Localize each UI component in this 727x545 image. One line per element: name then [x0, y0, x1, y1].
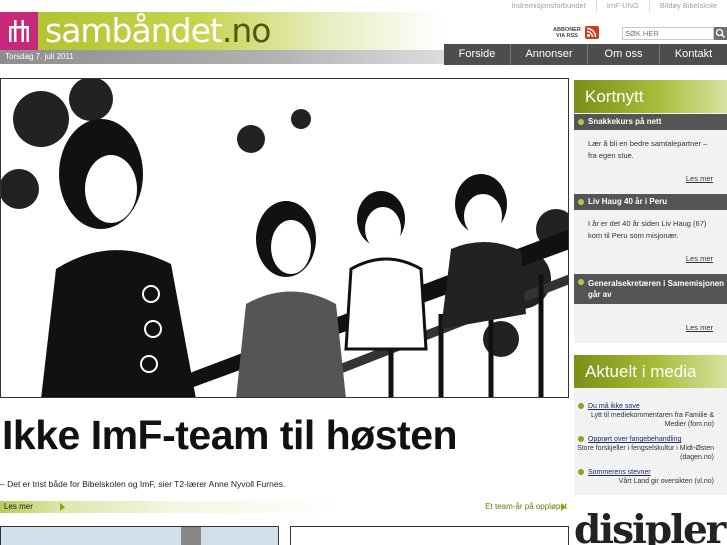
article-lede: – Det er trist både for Bibelskolen og I…	[0, 479, 286, 489]
news-item-body: I år er det 40 år siden Liv Haug (67) ko…	[588, 219, 707, 240]
bullet-icon	[578, 403, 584, 409]
media-item-link[interactable]: Opprørt over fangebehandling	[577, 435, 725, 444]
top-links: Indremisjonsforbundet ImF-UNG Bildøy Bib…	[502, 0, 727, 12]
related-article-link[interactable]: Et team-år på oppløpet	[485, 502, 567, 511]
bullet-icon	[578, 199, 584, 205]
top-link-indremisjonsforbundet[interactable]: Indremisjonsforbundet	[502, 0, 596, 12]
rss-subscribe-link[interactable]: ABBONER VIA RSS	[553, 27, 581, 39]
media-item-desc: Store forskjeller i fengselskultur i Mid…	[577, 445, 714, 461]
nav-om-oss[interactable]: Om oss	[587, 44, 659, 65]
main-nav: Forside Annonser Om oss Kontakt	[444, 44, 727, 65]
news-read-more-link[interactable]: Les mer	[686, 254, 713, 263]
nav-kontakt[interactable]: Kontakt	[659, 44, 727, 65]
bullet-icon	[578, 436, 584, 442]
logo-name: sambåndet	[45, 11, 223, 50]
bullet-icon	[578, 469, 584, 475]
featured-photo[interactable]	[0, 78, 569, 398]
rss-label-2: VIA RSS	[556, 33, 578, 39]
news-title-text: Snakkekurs på nett	[588, 117, 662, 126]
media-panel: Aktuelt i media Du må ikke sove Lytt til…	[574, 355, 727, 495]
nav-annonser[interactable]: Annonser	[510, 44, 587, 65]
rss-icon[interactable]	[585, 26, 599, 39]
site-logo[interactable]: sambåndet.no	[45, 11, 272, 50]
news-item-title[interactable]: Snakkekurs på nett	[574, 114, 727, 130]
disipler-logo-text: disipler	[574, 508, 726, 545]
top-link-imf-ung[interactable]: ImF-UNG	[595, 0, 649, 12]
news-item-title[interactable]: Liv Haug 40 år i Peru	[574, 194, 727, 210]
news-title-text: Generalsekretæren i Samemisjonen går av	[588, 279, 725, 299]
media-heading: Aktuelt i media	[574, 355, 727, 388]
news-read-more-link[interactable]: Les mer	[686, 174, 713, 183]
search-icon	[715, 28, 726, 39]
arrow-right-icon	[561, 503, 566, 511]
read-more-link[interactable]: Les mer	[4, 502, 33, 511]
read-more-bar	[0, 501, 569, 513]
article-thumbnail[interactable]	[290, 526, 569, 545]
article-headline[interactable]: Ikke ImF-team til høsten	[2, 412, 458, 459]
search-input[interactable]	[622, 27, 714, 40]
arrow-right-icon	[60, 503, 65, 511]
media-item: Sommerens stevner Vårt Land gir oversikt…	[577, 468, 725, 486]
news-title-text: Liv Haug 40 år i Peru	[588, 197, 668, 206]
imf-logo-icon[interactable]	[0, 12, 38, 50]
media-item-desc: Vårt Land gir oversikten (vl.no)	[618, 478, 714, 485]
kortnytt-heading: Kortnytt	[574, 80, 727, 113]
media-item-link[interactable]: Sommerens stevner	[577, 468, 725, 477]
bullet-icon	[578, 119, 584, 125]
article-thumbnail[interactable]	[0, 526, 279, 545]
site-header: sambåndet.no Torsdag 7. juli 2011 Indrem…	[0, 0, 727, 65]
nav-forside[interactable]: Forside	[444, 44, 510, 65]
logo-tld: .no	[221, 11, 272, 50]
media-item-desc: Lytt til mediekommentaren fra Familie & …	[590, 412, 714, 428]
current-date: Torsdag 7. juli 2011	[5, 52, 74, 61]
media-item: Du må ikke sove Lytt til mediekommentare…	[577, 402, 725, 429]
media-item: Opprørt over fangebehandling Store forsk…	[577, 435, 725, 462]
disipler-ad-banner[interactable]: disipler	[574, 508, 727, 545]
bullet-icon	[578, 279, 584, 285]
news-item-title[interactable]: Generalsekretæren i Samemisjonen går av	[574, 274, 727, 304]
kortnytt-panel: Kortnytt Snakkekurs på nett Lær å bli en…	[574, 80, 727, 343]
news-read-more-link[interactable]: Les mer	[686, 323, 713, 332]
top-link-bildoy-bibelskole[interactable]: Bildøy Bibelskole	[648, 0, 727, 12]
media-item-link[interactable]: Du må ikke sove	[577, 402, 725, 411]
news-item-body: Lær å bli en bedre samtalepartner – fra …	[588, 139, 708, 160]
search-button[interactable]	[714, 27, 727, 40]
